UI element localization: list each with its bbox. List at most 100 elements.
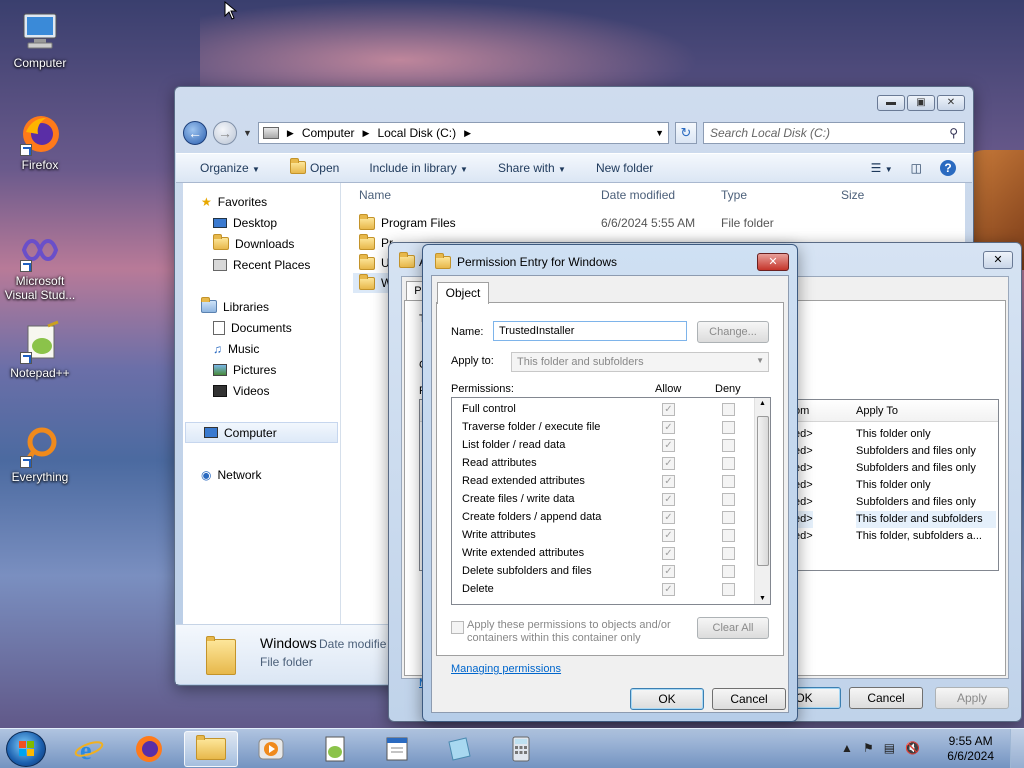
allow-checkbox[interactable]: ✓ bbox=[662, 529, 675, 542]
deny-checkbox[interactable] bbox=[722, 439, 735, 452]
change-button[interactable]: Change... bbox=[697, 321, 769, 343]
show-desktop-button[interactable] bbox=[1010, 729, 1024, 768]
views-icon[interactable]: ☰ ▼ bbox=[871, 161, 893, 175]
network-tray-icon[interactable]: ▤ bbox=[884, 741, 895, 755]
deny-checkbox[interactable] bbox=[722, 493, 735, 506]
start-button[interactable] bbox=[6, 731, 46, 767]
taskbar-notepadpp[interactable] bbox=[308, 731, 362, 767]
deny-checkbox[interactable] bbox=[722, 565, 735, 578]
deny-checkbox[interactable] bbox=[722, 457, 735, 470]
minimize-button[interactable]: ▬ bbox=[877, 95, 905, 111]
nav-desktop[interactable]: Desktop bbox=[183, 212, 340, 233]
recent-pages-chevron-icon[interactable]: ▼ bbox=[243, 128, 252, 138]
nav-videos[interactable]: Videos bbox=[183, 380, 340, 401]
close-button[interactable]: ✕ bbox=[937, 95, 965, 111]
scroll-thumb[interactable] bbox=[757, 416, 769, 566]
taskbar-calculator[interactable] bbox=[494, 731, 548, 767]
deny-checkbox[interactable] bbox=[722, 403, 735, 416]
nav-downloads[interactable]: Downloads bbox=[183, 233, 340, 254]
clock[interactable]: 9:55 AM 6/6/2024 bbox=[947, 734, 994, 764]
shortcut-arrow-icon bbox=[20, 260, 32, 272]
nav-favorites[interactable]: ★ Favorites bbox=[183, 191, 340, 212]
nav-libraries[interactable]: Libraries bbox=[183, 296, 340, 317]
nav-pictures[interactable]: Pictures bbox=[183, 359, 340, 380]
refresh-button[interactable]: ↻ bbox=[675, 122, 697, 144]
deny-checkbox[interactable] bbox=[722, 475, 735, 488]
nav-recent-places[interactable]: Recent Places bbox=[183, 254, 340, 275]
maximize-button[interactable]: ▣ bbox=[907, 95, 935, 111]
allow-checkbox[interactable]: ✓ bbox=[662, 583, 675, 596]
column-name[interactable]: Name bbox=[341, 188, 601, 202]
address-bar[interactable]: ▶ Computer ▶ Local Disk (C:) ▶ ▼ bbox=[257, 122, 669, 144]
help-icon[interactable]: ? bbox=[940, 160, 956, 176]
ok-button[interactable]: OK bbox=[630, 688, 704, 710]
advanced-apply-button[interactable]: Apply bbox=[935, 687, 1009, 709]
nav-music[interactable]: ♫ Music bbox=[183, 338, 340, 359]
allow-checkbox[interactable]: ✓ bbox=[662, 493, 675, 506]
allow-checkbox[interactable]: ✓ bbox=[662, 547, 675, 560]
name-field[interactable]: TrustedInstaller bbox=[493, 321, 687, 341]
column-type[interactable]: Type bbox=[721, 188, 841, 202]
permissions-label: Permissions: bbox=[451, 383, 514, 395]
apply-within-container-checkbox[interactable] bbox=[451, 621, 464, 634]
allow-checkbox[interactable]: ✓ bbox=[662, 439, 675, 452]
taskbar-firefox[interactable] bbox=[122, 731, 176, 767]
tab-object[interactable]: Object bbox=[437, 282, 489, 304]
action-center-flag-icon[interactable]: ⚑ bbox=[863, 741, 874, 755]
allow-checkbox[interactable]: ✓ bbox=[662, 403, 675, 416]
breadcrumb-local-disk[interactable]: Local Disk (C:) bbox=[377, 126, 456, 140]
clear-all-button[interactable]: Clear All bbox=[697, 617, 769, 639]
deny-checkbox[interactable] bbox=[722, 421, 735, 434]
advanced-cancel-button[interactable]: Cancel bbox=[849, 687, 923, 709]
forward-button[interactable]: → bbox=[213, 121, 237, 145]
include-in-library-button[interactable]: Include in library ▼ bbox=[369, 161, 468, 175]
deny-checkbox[interactable] bbox=[722, 583, 735, 596]
nav-computer[interactable]: Computer bbox=[185, 422, 338, 443]
new-folder-button[interactable]: New folder bbox=[596, 161, 653, 175]
taskbar-wordpad[interactable] bbox=[370, 731, 424, 767]
volume-muted-icon[interactable]: 🔇 bbox=[905, 741, 920, 755]
permissions-scrollbar[interactable]: ▲ ▼ bbox=[754, 398, 770, 604]
deny-checkbox[interactable] bbox=[722, 547, 735, 560]
file-row-selected[interactable]: W bbox=[353, 273, 393, 293]
allow-checkbox[interactable]: ✓ bbox=[662, 457, 675, 470]
allow-checkbox[interactable]: ✓ bbox=[662, 475, 675, 488]
deny-checkbox[interactable] bbox=[722, 529, 735, 542]
column-apply-to[interactable]: Apply To bbox=[856, 405, 898, 417]
taskbar-explorer[interactable] bbox=[184, 731, 238, 767]
taskbar-internet-explorer[interactable]: e bbox=[62, 731, 116, 767]
show-hidden-icons-icon[interactable]: ▲ bbox=[841, 741, 853, 755]
desktop-icon-visual-studio[interactable]: Microsoft Visual Stud... bbox=[0, 228, 80, 302]
desktop-icon-firefox[interactable]: Firefox bbox=[0, 112, 80, 172]
deny-checkbox[interactable] bbox=[722, 511, 735, 524]
nav-documents[interactable]: Documents bbox=[183, 317, 340, 338]
share-with-button[interactable]: Share with ▼ bbox=[498, 161, 566, 175]
preview-pane-icon[interactable]: ◫ bbox=[911, 161, 922, 175]
desktop-icon-notepadpp[interactable]: Notepad++ bbox=[0, 320, 80, 380]
allow-checkbox[interactable]: ✓ bbox=[662, 565, 675, 578]
breadcrumb-computer[interactable]: Computer bbox=[302, 126, 355, 140]
taskbar-sticky-notes[interactable] bbox=[432, 731, 486, 767]
allow-checkbox[interactable]: ✓ bbox=[662, 421, 675, 434]
desktop-icon-computer[interactable]: Computer bbox=[0, 10, 80, 70]
scroll-up-icon[interactable]: ▲ bbox=[759, 400, 766, 407]
scroll-down-icon[interactable]: ▼ bbox=[759, 595, 766, 602]
file-row[interactable]: Program Files 6/6/2024 5:55 AM File fold… bbox=[341, 213, 965, 233]
taskbar-media-player[interactable] bbox=[244, 731, 298, 767]
column-size[interactable]: Size bbox=[841, 188, 921, 202]
column-date-modified[interactable]: Date modified bbox=[601, 188, 721, 202]
search-input[interactable]: Search Local Disk (C:) ⚲ bbox=[703, 122, 965, 144]
nav-network[interactable]: ◉ Network bbox=[183, 464, 340, 485]
close-button[interactable]: ✕ bbox=[983, 251, 1013, 269]
organize-button[interactable]: Organize ▼ bbox=[200, 161, 260, 175]
cancel-button[interactable]: Cancel bbox=[712, 688, 786, 710]
allow-checkbox[interactable]: ✓ bbox=[662, 511, 675, 524]
desktop-icon-everything[interactable]: Everything bbox=[0, 424, 80, 484]
apply-to-select[interactable]: This folder and subfolders ▼ bbox=[511, 352, 769, 372]
managing-permissions-link[interactable]: Managing permissions bbox=[451, 663, 561, 675]
back-button[interactable]: ← bbox=[183, 121, 207, 145]
address-dropdown-icon[interactable]: ▼ bbox=[655, 128, 668, 138]
dialog-close-button[interactable]: ✕ bbox=[757, 253, 789, 271]
address-row: ← → ▼ ▶ Computer ▶ Local Disk (C:) ▶ ▼ ↻… bbox=[183, 120, 965, 146]
open-button[interactable]: Open bbox=[289, 158, 339, 175]
